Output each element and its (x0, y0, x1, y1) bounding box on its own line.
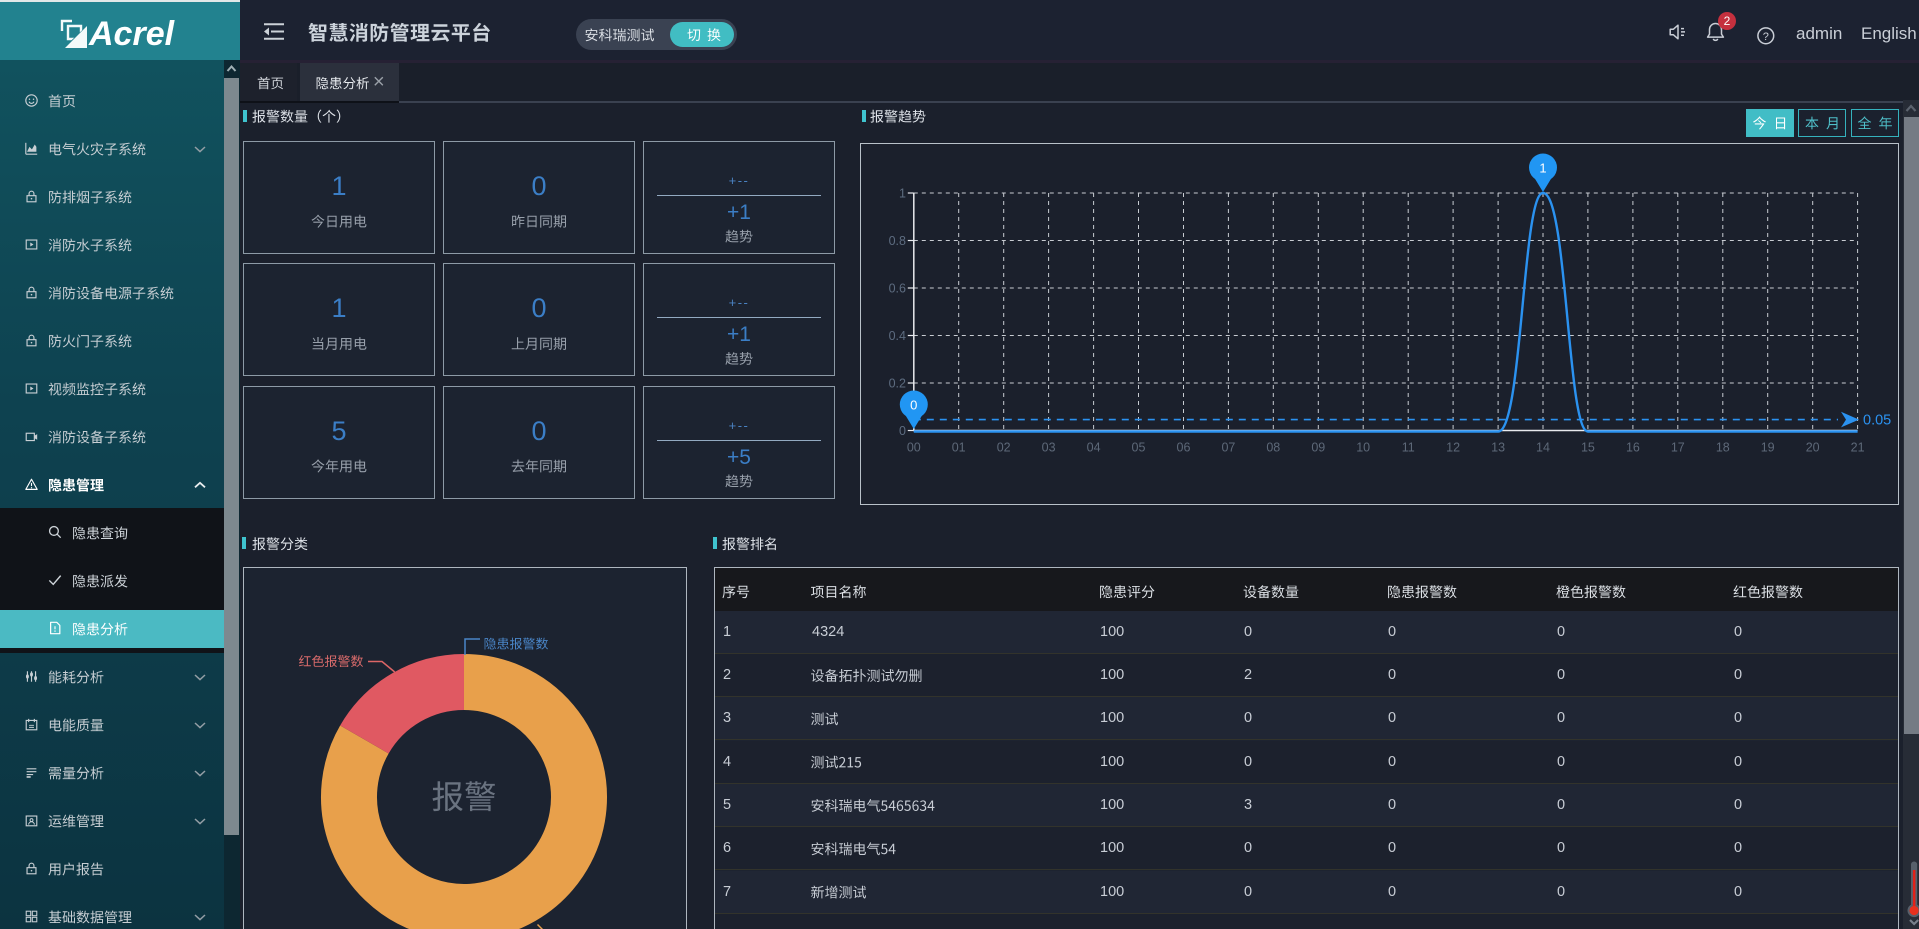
svg-text:0.4: 0.4 (889, 329, 906, 343)
svg-text:01: 01 (952, 441, 966, 455)
svg-text:10: 10 (1356, 441, 1370, 455)
svg-text:21: 21 (1851, 441, 1865, 455)
svg-text:14: 14 (1536, 441, 1550, 455)
svg-text:1: 1 (899, 187, 906, 201)
svg-text:18: 18 (1716, 441, 1730, 455)
svg-text:03: 03 (1042, 441, 1056, 455)
svg-text:02: 02 (997, 441, 1011, 455)
svg-text:Acrel: Acrel (88, 15, 176, 53)
svg-text:0.2: 0.2 (889, 377, 906, 391)
svg-text:12: 12 (1446, 441, 1460, 455)
svg-text:0.6: 0.6 (889, 282, 906, 296)
svg-text:19: 19 (1761, 441, 1775, 455)
svg-text:00: 00 (907, 441, 921, 455)
svg-text:0.05: 0.05 (1863, 413, 1891, 429)
svg-text:06: 06 (1177, 441, 1191, 455)
svg-text:04: 04 (1087, 441, 1101, 455)
svg-text:0: 0 (899, 424, 906, 438)
svg-text:15: 15 (1581, 441, 1595, 455)
svg-text:1: 1 (1539, 161, 1546, 176)
svg-text:0.8: 0.8 (889, 234, 906, 248)
svg-text:09: 09 (1311, 441, 1325, 455)
svg-text:08: 08 (1266, 441, 1280, 455)
svg-text:07: 07 (1221, 441, 1235, 455)
svg-text:?: ? (1763, 31, 1769, 43)
svg-text:13: 13 (1491, 441, 1505, 455)
svg-text:16: 16 (1626, 441, 1640, 455)
svg-text:0: 0 (910, 398, 917, 413)
svg-text:11: 11 (1402, 441, 1415, 455)
svg-text:20: 20 (1806, 441, 1820, 455)
svg-text:05: 05 (1132, 441, 1146, 455)
svg-text:17: 17 (1671, 441, 1685, 455)
